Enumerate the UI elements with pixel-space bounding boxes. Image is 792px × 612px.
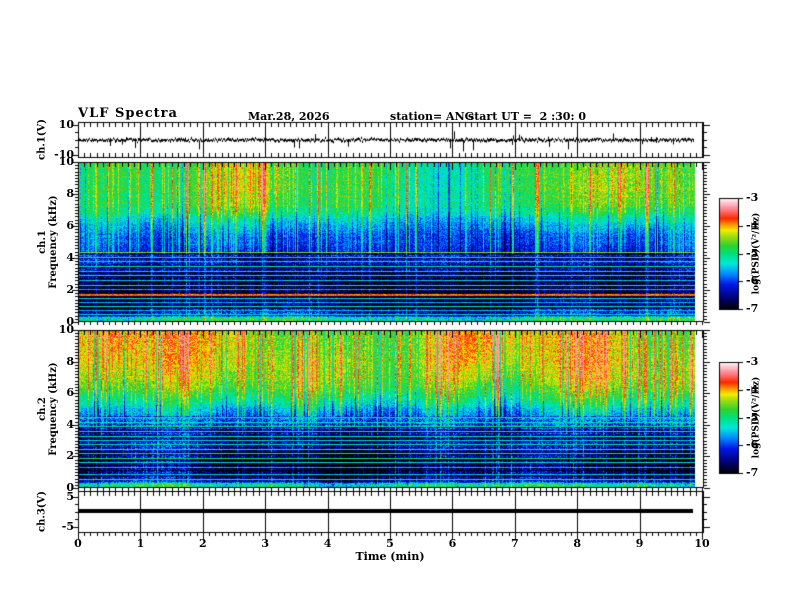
tick-label: 10	[58, 118, 74, 131]
tick-label: 5	[66, 490, 74, 503]
tick-label: -4	[746, 218, 759, 232]
tick-label: 6	[66, 386, 74, 400]
tick-label: -6	[746, 438, 759, 452]
tick-label: 8	[66, 187, 74, 200]
tick-label: 1	[136, 537, 145, 550]
tick-label: 4	[66, 251, 74, 264]
tick-label: -5	[746, 410, 759, 424]
tick-label: -7	[746, 302, 759, 315]
plot-canvas	[0, 0, 792, 612]
tick-label: -3	[746, 191, 759, 204]
tick-label: 3	[261, 537, 270, 550]
tick-label: 9	[635, 537, 644, 550]
tick-label: 8	[66, 354, 74, 368]
tick-label: 10	[694, 537, 710, 550]
date-label: Mar.28, 2026	[248, 110, 330, 123]
tick-label: -6	[746, 274, 759, 288]
tick-label: 10	[58, 323, 74, 336]
tick-label: 0	[74, 537, 82, 550]
tick-label: 7	[510, 537, 519, 550]
start-ut-label: start UT = 2 :30: 0	[468, 110, 586, 123]
tick-label: 2	[66, 283, 74, 296]
tick-label: 8	[573, 537, 582, 550]
figure-title: VLF Spectra	[78, 106, 178, 121]
tick-label: 2	[198, 537, 207, 550]
tick-label: -7	[746, 466, 759, 479]
station-label: station= ANG	[390, 110, 475, 123]
tick-label: -5	[746, 246, 759, 260]
tick-label: -3	[746, 355, 759, 368]
tick-label: 4	[66, 417, 74, 431]
time-axis-label: Time (min)	[355, 550, 425, 563]
tick-label: 5	[386, 537, 394, 550]
tick-label: 6	[448, 537, 457, 550]
tick-label: 10	[58, 155, 74, 168]
vlf-spectra-figure: VLF Spectra Mar.28, 2026 station= ANG st…	[0, 0, 792, 612]
tick-label: 2	[66, 449, 74, 463]
tick-label: 6	[66, 219, 74, 232]
tick-label: -4	[746, 382, 759, 396]
tick-label: -5	[61, 520, 74, 533]
tick-label: 4	[323, 537, 332, 550]
